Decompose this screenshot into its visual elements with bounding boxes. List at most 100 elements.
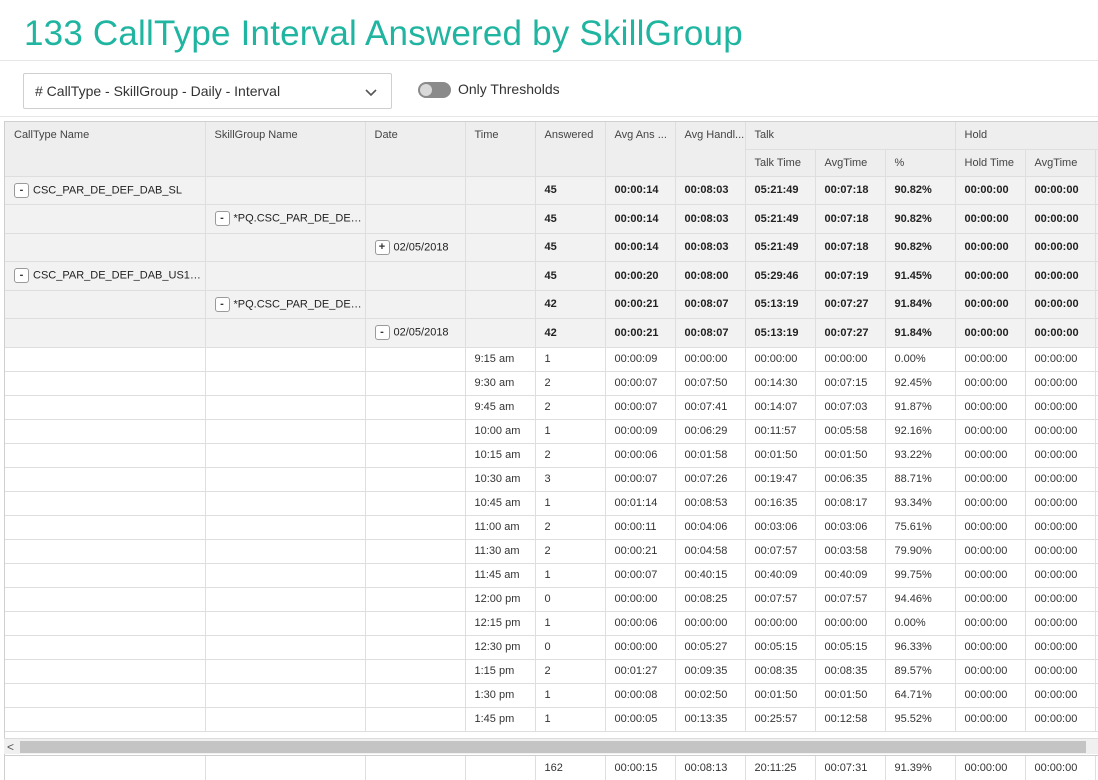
group-answered: 45 <box>535 233 606 262</box>
row-talk-time: 00:14:07 <box>745 395 816 420</box>
col-header-date[interactable]: Date <box>365 122 466 177</box>
row-time: 1:15 pm <box>465 659 536 684</box>
total-avg-handle: 00:08:13 <box>675 756 746 780</box>
row-time: 9:15 am <box>465 347 536 372</box>
row-talk-avg: 00:01:50 <box>815 443 886 468</box>
table-row[interactable]: 12:30 pm 0 00:00:00 00:05:27 00:05:15 00:05:1… <box>5 635 1098 660</box>
row-hold-time: 00:00:00 <box>955 443 1026 468</box>
row-avg-handle: 00:01:58 <box>675 443 746 468</box>
table-row[interactable]: 10:30 am 3 00:00:07 00:07:26 00:19:47 00:06:3… <box>5 467 1098 492</box>
group-skillgroup-label: *PQ.CSC_PAR_DE_DEF_... <box>233 212 365 225</box>
scrollbar-thumb[interactable] <box>20 741 1086 753</box>
row-answered: 2 <box>535 371 606 396</box>
row-date-cell <box>365 347 466 372</box>
row-avg-handle: 00:00:00 <box>675 611 746 636</box>
row-talk-time: 00:01:50 <box>745 683 816 708</box>
row-avg-handle: 00:07:41 <box>675 395 746 420</box>
totals-row: 162 00:00:15 00:08:13 20:11:25 00:07:31 … <box>4 755 1098 780</box>
expand-toggle-icon[interactable]: - <box>214 296 230 312</box>
table-row[interactable]: 10:45 am 1 00:01:14 00:08:53 00:16:35 00:08:1… <box>5 491 1098 516</box>
col-header-hold-time[interactable]: Hold Time <box>955 149 1026 177</box>
expand-toggle-icon[interactable]: + <box>374 239 390 255</box>
row-answered: 0 <box>535 635 606 660</box>
group-talk-avg: 00:07:27 <box>815 290 886 319</box>
row-time: 12:15 pm <box>465 611 536 636</box>
expand-toggle-icon[interactable]: - <box>214 211 230 227</box>
table-row[interactable]: 10:00 am 1 00:00:09 00:06:29 00:11:57 00:05:5… <box>5 419 1098 444</box>
table-row[interactable]: 11:45 am 1 00:00:07 00:40:15 00:40:09 00:40:0… <box>5 563 1098 588</box>
group-talk-avg: 00:07:27 <box>815 318 886 348</box>
expand-toggle-icon[interactable]: - <box>14 268 29 284</box>
group-talk-pct: 91.84% <box>885 290 956 319</box>
expand-toggle-icon[interactable]: - <box>374 325 390 341</box>
group-answered: 45 <box>535 261 606 291</box>
group-date-cell <box>365 176 466 205</box>
table-row[interactable]: 11:30 am 2 00:00:21 00:04:58 00:07:57 00:03:5… <box>5 539 1098 564</box>
table-row[interactable]: 12:00 pm 0 00:00:00 00:08:25 00:07:57 00:07:5… <box>5 587 1098 612</box>
col-header-time[interactable]: Time <box>465 122 536 177</box>
row-hold-time: 00:00:00 <box>955 347 1026 372</box>
total-hold-avgtime: 00:00:00 <box>1025 756 1096 780</box>
scroll-left-icon[interactable]: < <box>7 740 14 754</box>
group-calltype-label: CSC_PAR_DE_DEF_DAB_SL <box>33 184 182 197</box>
table-row[interactable]: 9:15 am 1 00:00:09 00:00:00 00:00:00 00:00:00… <box>5 347 1098 372</box>
col-header-skillgroup[interactable]: SkillGroup Name <box>205 122 366 177</box>
group-skillgroup-cell <box>205 176 366 205</box>
row-date-cell <box>365 683 466 708</box>
row-hold-time: 00:00:00 <box>955 563 1026 588</box>
row-avg-handle: 00:07:50 <box>675 371 746 396</box>
row-talk-time: 00:40:09 <box>745 563 816 588</box>
report-view-select[interactable]: # CallType - SkillGroup - Daily - Interv… <box>23 73 392 109</box>
row-talk-avg: 00:40:09 <box>815 563 886 588</box>
col-header-calltype[interactable]: CallType Name <box>5 122 206 177</box>
total-talk-avgtime: 00:07:31 <box>815 756 886 780</box>
group-row[interactable]: - CSC_PAR_DE_DEF_DAB_SL 45 00:00:14 00:08:03… <box>5 176 1098 205</box>
group-hold-time: 00:00:00 <box>955 261 1026 291</box>
table-row[interactable]: 9:45 am 2 00:00:07 00:07:41 00:14:07 00:07:03… <box>5 395 1098 420</box>
col-header-avg-handle[interactable]: Avg Handl... <box>675 122 746 177</box>
row-avg-handle: 00:06:29 <box>675 419 746 444</box>
table-row[interactable]: 9:30 am 2 00:00:07 00:07:50 00:14:30 00:07:15… <box>5 371 1098 396</box>
group-talk-avg: 00:07:19 <box>815 261 886 291</box>
row-avg-ans: 00:00:08 <box>605 683 676 708</box>
group-row[interactable]: - *PQ.CSC_PAR_DE_DEF_... 45 00:00:14 00:08:0… <box>5 204 1098 234</box>
col-header-answered[interactable]: Answered <box>535 122 606 177</box>
row-hold-avg: 00:00:00 <box>1025 659 1096 684</box>
col-header-hold-avgtime[interactable]: AvgTime <box>1025 149 1096 177</box>
total-cell-time <box>465 756 536 780</box>
row-time: 10:15 am <box>465 443 536 468</box>
group-row[interactable]: - CSC_PAR_DE_DEF_DAB_US1_SL 45 00:00:20 00:0… <box>5 261 1098 291</box>
group-row[interactable]: +02/05/2018 45 00:00:14 00:08:03 05:21:49 00:… <box>5 233 1098 262</box>
table-row[interactable]: 1:30 pm 1 00:00:08 00:02:50 00:01:50 00:01:50… <box>5 683 1098 708</box>
row-avg-ans: 00:00:00 <box>605 587 676 612</box>
only-thresholds-toggle[interactable] <box>418 82 451 98</box>
group-skillgroup-label: *PQ.CSC_PAR_DE_DEF_... <box>233 298 365 311</box>
table-row[interactable]: 11:00 am 2 00:00:11 00:04:06 00:03:06 00:03:0… <box>5 515 1098 540</box>
group-time-cell <box>465 204 536 234</box>
row-hold-avg: 00:00:00 <box>1025 491 1096 516</box>
group-talk-pct: 91.84% <box>885 318 956 348</box>
group-row[interactable]: -02/05/2018 42 00:00:21 00:08:07 05:13:19 00:… <box>5 318 1098 348</box>
row-calltype-cell <box>5 539 206 564</box>
row-talk-time: 00:08:35 <box>745 659 816 684</box>
row-time: 11:00 am <box>465 515 536 540</box>
table-row[interactable]: 12:15 pm 1 00:00:06 00:00:00 00:00:00 00:00:0… <box>5 611 1098 636</box>
row-skillgroup-cell <box>205 683 366 708</box>
expand-toggle-icon[interactable]: - <box>14 182 29 198</box>
row-time: 10:30 am <box>465 467 536 492</box>
col-header-talk-time[interactable]: Talk Time <box>745 149 816 177</box>
horizontal-scrollbar[interactable]: < <box>4 738 1098 754</box>
table-row[interactable]: 1:15 pm 2 00:01:27 00:09:35 00:08:35 00:08:35… <box>5 659 1098 684</box>
col-header-talk-avgtime[interactable]: AvgTime <box>815 149 886 177</box>
group-talk-time: 05:21:49 <box>745 176 816 205</box>
table-row[interactable]: 1:45 pm 1 00:00:05 00:13:35 00:25:57 00:12:58… <box>5 707 1098 732</box>
row-avg-ans: 00:00:06 <box>605 443 676 468</box>
group-row[interactable]: - *PQ.CSC_PAR_DE_DEF_... 42 00:00:21 00:08:0… <box>5 290 1098 319</box>
row-date-cell <box>365 707 466 732</box>
row-hold-avg: 00:00:00 <box>1025 539 1096 564</box>
table-row[interactable]: 10:15 am 2 00:00:06 00:01:58 00:01:50 00:01:5… <box>5 443 1098 468</box>
group-avg-ans: 00:00:21 <box>605 318 676 348</box>
row-time: 1:45 pm <box>465 707 536 732</box>
col-header-avg-answer[interactable]: Avg Ans ... <box>605 122 676 177</box>
col-header-talk-percent[interactable]: % <box>885 149 956 177</box>
